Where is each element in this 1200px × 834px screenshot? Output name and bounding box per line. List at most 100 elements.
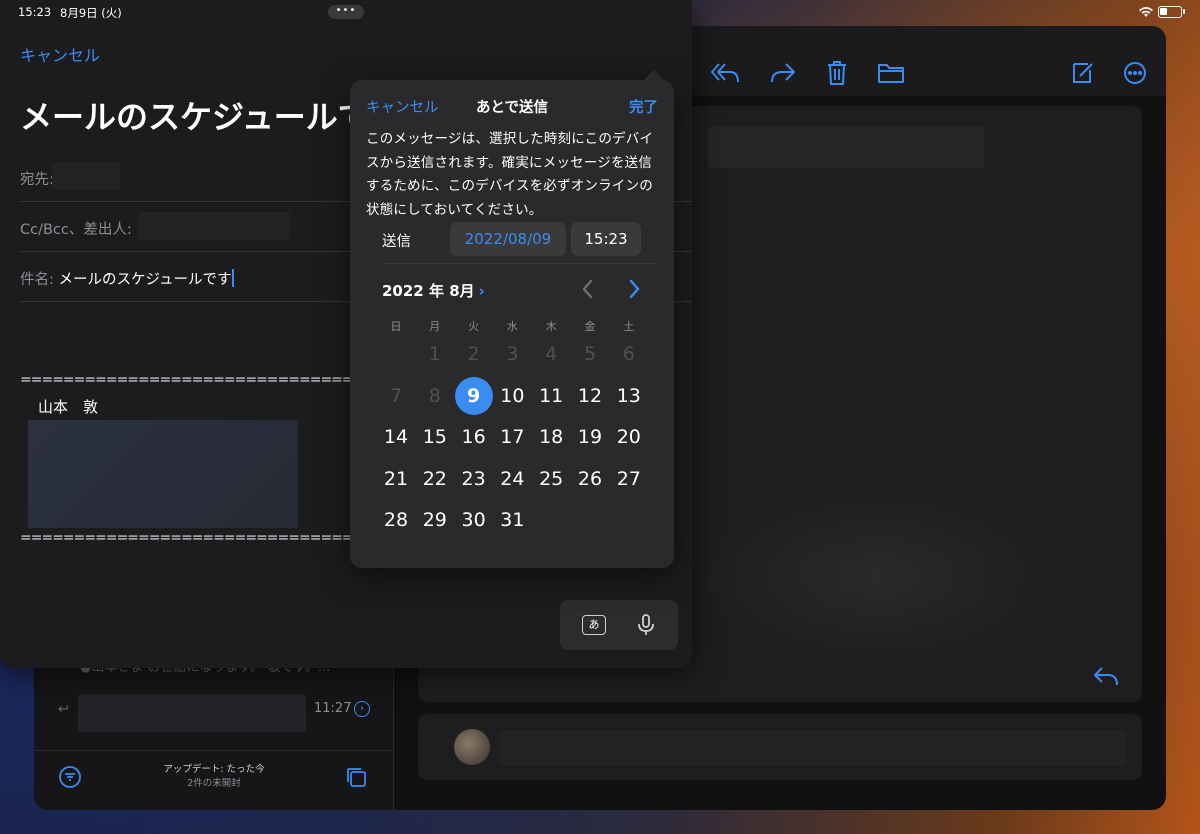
subject-value[interactable]: メールのスケジュールです bbox=[59, 272, 232, 288]
multitasking-menu[interactable]: ••• bbox=[328, 5, 364, 19]
windows-icon[interactable] bbox=[344, 765, 368, 789]
status-time: 15:23 bbox=[18, 5, 52, 19]
calendar-day[interactable]: 22 bbox=[415, 459, 455, 499]
calendar-day: 4 bbox=[545, 343, 558, 365]
calendar-day: 6 bbox=[622, 343, 635, 365]
list-item[interactable]: ↩ 11:27 › bbox=[34, 690, 394, 742]
calendar-day[interactable]: 11 bbox=[531, 376, 571, 416]
calendar-day[interactable]: 13 bbox=[609, 376, 649, 416]
keyboard-shortcut-bar: あ bbox=[560, 600, 678, 650]
send-later-title: あとで送信 bbox=[475, 100, 549, 116]
month-year-label: 2022 年 8月 bbox=[382, 282, 475, 300]
calendar-day[interactable]: 28 bbox=[376, 500, 416, 540]
date-picker-button[interactable]: 2022/08/09 bbox=[450, 222, 566, 256]
compose-cancel-button[interactable]: キャンセル bbox=[20, 42, 100, 66]
update-status-text: アップデート: たった今 bbox=[163, 764, 265, 775]
forward-icon[interactable] bbox=[768, 60, 798, 86]
replied-icon: ↩ bbox=[58, 702, 69, 717]
month-year-selector[interactable]: 2022 年 8月 › bbox=[382, 280, 485, 301]
avatar bbox=[454, 729, 490, 765]
previous-month-icon[interactable] bbox=[578, 277, 598, 301]
send-later-done-button[interactable]: 完了 bbox=[629, 96, 658, 117]
weekday-label: 水 bbox=[506, 320, 518, 333]
weekday-label: 月 bbox=[429, 320, 441, 333]
mailbox-footer: アップデート: たった今 2件の未開封 bbox=[34, 750, 394, 810]
list-item-time: 11:27 bbox=[314, 701, 352, 716]
cc-bcc-label: Cc/Bcc、差出人: bbox=[20, 222, 132, 238]
send-later-description: このメッセージは、選択した時刻にこのデバイスから送信されます。確実にメッセージを… bbox=[366, 131, 654, 218]
month-chevron-icon: › bbox=[478, 282, 485, 300]
reply-icon[interactable] bbox=[1092, 664, 1120, 688]
status-bar: 15:23 8月9日 (火) ••• bbox=[0, 0, 1200, 24]
send-later-popover: キャンセル あとで送信 完了 このメッセージは、選択した時刻にこのデバイスから送… bbox=[350, 70, 674, 568]
trash-icon[interactable] bbox=[822, 60, 852, 86]
unread-count: 2件の未開封 bbox=[187, 778, 241, 789]
detail-chevron-icon[interactable]: › bbox=[354, 701, 370, 717]
calendar-day: 1 bbox=[428, 343, 441, 365]
redacted-sender bbox=[78, 694, 306, 732]
calendar-day[interactable]: 16 bbox=[454, 417, 494, 457]
calendar-day: 7 bbox=[389, 384, 403, 407]
calendar-day[interactable]: 15 bbox=[415, 417, 455, 457]
calendar-day[interactable]: 29 bbox=[415, 500, 455, 540]
to-label: 宛先: bbox=[20, 172, 54, 188]
calendar-grid: 1 2 3 4 5 6 7 8 9 10 11 12 13 14 15 16 17 18 19 20 21 22 23 24 2… bbox=[376, 334, 666, 544]
redacted-sender-address bbox=[138, 212, 290, 240]
mailbox-list: ●山本さま お世話になります。 敬です。... ↩ 11:27 › アップデート… bbox=[34, 646, 394, 810]
redacted-body bbox=[698, 486, 1058, 666]
text-caret bbox=[232, 269, 234, 287]
calendar-day[interactable]: 18 bbox=[531, 417, 571, 457]
calendar-day[interactable]: 30 bbox=[454, 500, 494, 540]
subject-label: 件名: メールのスケジュールです bbox=[20, 268, 234, 289]
calendar-day[interactable]: 19 bbox=[570, 417, 610, 457]
next-month-icon[interactable] bbox=[624, 277, 644, 301]
weekday-label: 金 bbox=[584, 320, 596, 333]
compose-icon[interactable] bbox=[1068, 60, 1098, 86]
send-label: 送信 bbox=[382, 234, 411, 250]
calendar-day[interactable]: 24 bbox=[492, 459, 532, 499]
calendar-day[interactable]: 21 bbox=[376, 459, 416, 499]
thread-message-card[interactable] bbox=[418, 714, 1142, 780]
kana-input-key[interactable]: あ bbox=[582, 615, 606, 635]
calendar-day[interactable]: 26 bbox=[570, 459, 610, 499]
compose-title: メールのスケジュールです bbox=[20, 98, 402, 136]
popover-arrow bbox=[644, 70, 664, 80]
update-status: アップデート: たった今 2件の未開封 bbox=[124, 763, 304, 791]
redacted-preview bbox=[500, 730, 1126, 766]
send-datetime-row: 送信 2022/08/09 15:23 bbox=[366, 222, 658, 258]
reply-all-icon[interactable] bbox=[710, 60, 740, 86]
status-date: 8月9日 (火) bbox=[60, 6, 122, 20]
microphone-icon[interactable] bbox=[634, 614, 658, 636]
divider bbox=[382, 263, 658, 264]
calendar-day[interactable]: 27 bbox=[609, 459, 649, 499]
time-picker-button[interactable]: 15:23 bbox=[571, 222, 641, 256]
redacted-signature bbox=[28, 420, 298, 528]
calendar-day: 2 bbox=[467, 343, 480, 365]
calendar-day[interactable]: 17 bbox=[492, 417, 532, 457]
redacted-recipient bbox=[52, 162, 120, 190]
weekday-label: 木 bbox=[545, 320, 557, 333]
battery-icon bbox=[1158, 6, 1185, 18]
calendar-day[interactable]: 20 bbox=[609, 417, 649, 457]
weekday-label: 土 bbox=[623, 320, 635, 333]
more-icon[interactable] bbox=[1120, 60, 1150, 86]
weekday-label: 火 bbox=[468, 320, 480, 333]
calendar-day[interactable]: 12 bbox=[570, 376, 610, 416]
weekday-label: 日 bbox=[390, 320, 402, 333]
calendar-day[interactable]: 14 bbox=[376, 417, 416, 457]
calendar-day[interactable]: 25 bbox=[531, 459, 571, 499]
calendar-day[interactable]: 23 bbox=[454, 459, 494, 499]
calendar-day-selected[interactable]: 9 bbox=[454, 376, 494, 416]
weekday-header: 日月火水木金土 bbox=[376, 318, 666, 334]
folder-icon[interactable] bbox=[876, 60, 906, 86]
filter-icon[interactable] bbox=[58, 765, 82, 789]
calendar-day[interactable]: 31 bbox=[492, 500, 532, 540]
signature-rule-top: ========================================… bbox=[20, 372, 350, 388]
calendar-day: 3 bbox=[506, 343, 519, 365]
signature-name: 山本 敦 bbox=[38, 398, 99, 416]
wifi-icon bbox=[1138, 5, 1154, 19]
calendar-day[interactable]: 10 bbox=[492, 376, 532, 416]
calendar-day: 5 bbox=[583, 343, 597, 365]
redacted-header bbox=[708, 126, 984, 168]
calendar-day: 8 bbox=[428, 384, 441, 407]
